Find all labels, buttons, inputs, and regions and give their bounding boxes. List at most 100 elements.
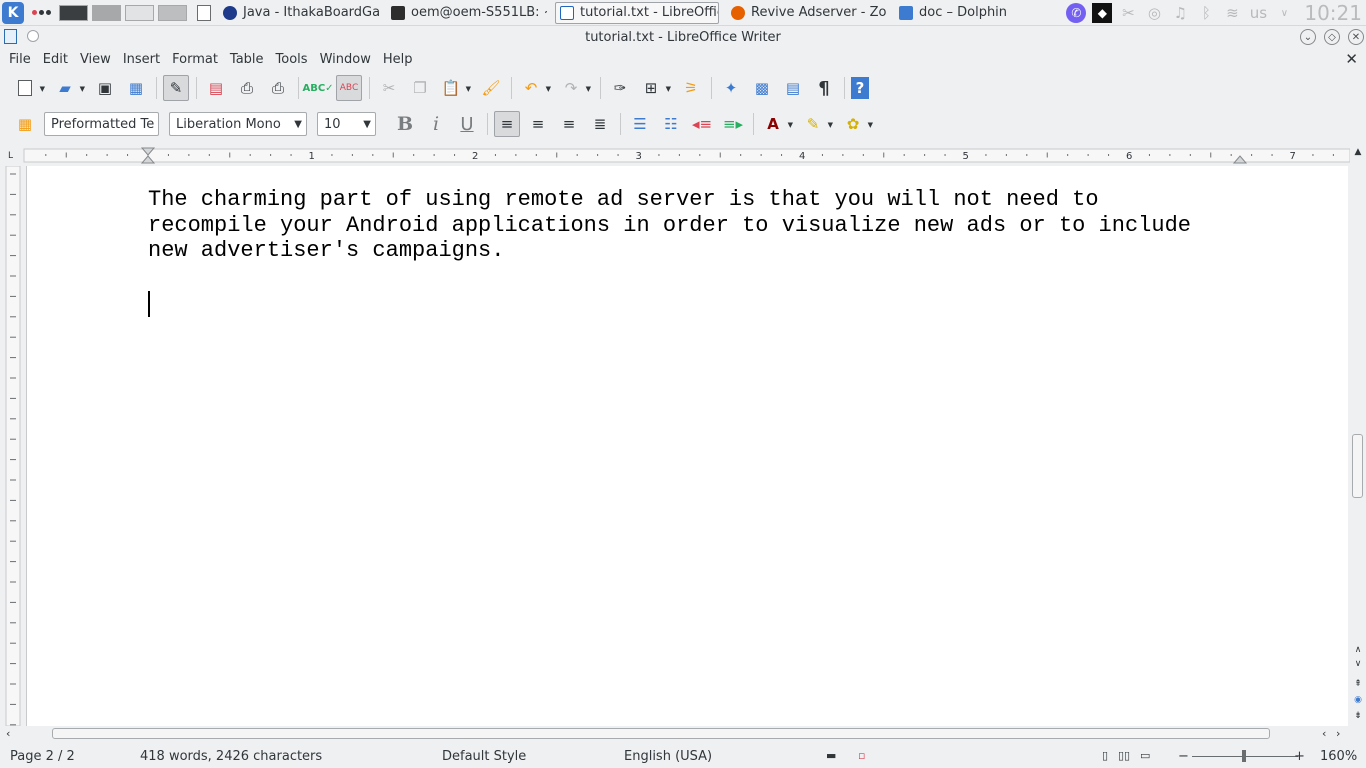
navigation-icon[interactable]: ◉ [1352,694,1364,706]
save-as-icon[interactable]: ▦ [123,75,149,101]
language[interactable]: English (USA) [624,749,712,764]
horizontal-ruler[interactable]: 1 2 3 4 5 6 7 L [0,146,1350,164]
clone-formatting-icon[interactable]: 🖌 [478,75,504,101]
insert-table-icon[interactable]: ⊞ ▼ [638,75,671,101]
chevron-down-icon[interactable]: ∨ [1274,3,1294,23]
bullet-list-icon[interactable]: ☷ [658,111,684,137]
scissors-icon[interactable]: ✂ [1118,3,1138,23]
menu-format[interactable]: Format [167,52,223,67]
menu-file[interactable]: File [4,52,36,67]
align-left-icon[interactable]: ≡ [494,111,520,137]
edit-mode-icon[interactable]: ✎ [163,75,189,101]
copy-icon[interactable]: ❐ [407,75,433,101]
paste-icon[interactable]: 📋 ▼ [438,75,471,101]
window-titlebar[interactable]: tutorial.txt - LibreOffice Writer ⌄ ◇ ✕ [0,26,1366,48]
justify-icon[interactable]: ≣ [587,111,613,137]
bluetooth-icon[interactable]: ᛒ [1196,3,1216,23]
menu-edit[interactable]: Edit [38,52,73,67]
task-libreoffice[interactable]: tutorial.txt - LibreOffic [555,1,719,24]
bold-icon[interactable]: B [392,111,418,137]
zoom-out-icon[interactable]: − [1178,749,1189,764]
menu-tools[interactable]: Tools [271,52,313,67]
new-document-icon[interactable]: ▼ [12,75,45,101]
network-globe-icon[interactable]: ◎ [1144,3,1164,23]
next-page-icon[interactable]: ⇟ [1352,710,1364,722]
decrease-indent-icon[interactable]: ◂≡ [689,111,715,137]
application-launcher-icon[interactable]: K [2,1,24,24]
zoom-slider-knob[interactable] [1242,750,1246,762]
previous-page-icon[interactable]: ⇞ [1352,678,1364,690]
cut-icon[interactable]: ✂ [376,75,402,101]
book-view-icon[interactable]: ▭ [1140,749,1150,762]
navigator-icon[interactable]: ✦ [718,75,744,101]
document-paragraph[interactable]: The charming part of using remote ad ser… [148,187,1248,264]
underline-icon[interactable]: U [454,111,480,137]
horizontal-scrollbar[interactable]: ‹ ‹ › [0,726,1350,742]
scroll-up-small-icon[interactable]: ∧ [1352,644,1364,656]
font-color-icon[interactable]: A ▼ [760,111,793,137]
font-name-select[interactable]: Liberation Mono ▼ [169,112,307,136]
menu-help[interactable]: Help [378,52,418,67]
zoom-level[interactable]: 160% [1320,749,1357,764]
vertical-scrollbar[interactable]: ▲ ∧ ∨ ⇞ ◉ ⇟ [1350,146,1366,726]
single-page-view-icon[interactable]: ▯ [1102,749,1108,762]
help-icon[interactable]: ? [851,77,869,99]
save-icon[interactable]: ▣ [92,75,118,101]
styles-formatting-icon[interactable]: ▦ [12,111,38,137]
open-icon[interactable]: ▰ ▼ [52,75,85,101]
selection-mode-icon[interactable]: ▬ [826,749,836,762]
document-page[interactable]: The charming part of using remote ad ser… [26,166,1348,726]
increase-indent-icon[interactable]: ≡▸ [720,111,746,137]
vertical-ruler[interactable] [0,165,24,727]
menu-view[interactable]: View [75,52,116,67]
volume-icon[interactable]: ♫ [1170,3,1190,23]
hyperlink-icon[interactable]: ✑ [607,75,633,101]
horizontal-scroll-thumb[interactable] [52,728,1270,739]
desktop-4[interactable] [158,4,187,21]
desktop-3[interactable] [125,4,154,21]
zoom-in-icon[interactable]: + [1294,749,1305,764]
notes-icon[interactable] [197,4,211,21]
maximize-button[interactable]: ◇ [1324,29,1340,45]
task-dolphin[interactable]: doc – Dolphin [895,2,1055,24]
minimize-button[interactable]: ⌄ [1300,29,1316,45]
task-terminal[interactable]: oem@oem-S551LB: ~/t [387,2,547,24]
formatting-marks-icon[interactable]: ¶ [811,75,837,101]
desktop-1[interactable] [59,4,88,21]
menu-table[interactable]: Table [225,52,269,67]
word-count[interactable]: 418 words, 2426 characters [140,749,322,764]
italic-icon[interactable]: i [423,111,449,137]
align-right-icon[interactable]: ≡ [556,111,582,137]
draw-functions-icon[interactable]: ⚞ [678,75,704,101]
pin-icon[interactable] [27,30,39,42]
scroll-right-icon[interactable]: › [1336,727,1340,740]
keyboard-layout-indicator[interactable]: us [1248,3,1268,23]
redo-icon[interactable]: ↷ ▼ [558,75,591,101]
menu-window[interactable]: Window [315,52,376,67]
align-center-icon[interactable]: ≡ [525,111,551,137]
writer-icon[interactable] [4,29,17,44]
clock[interactable]: 10:21 [1304,1,1362,25]
undo-icon[interactable]: ↶ ▼ [518,75,551,101]
print-preview-icon[interactable]: ⎙ [265,75,291,101]
paragraph-style-select[interactable]: Preformatted Te▼ [44,112,159,136]
page-style[interactable]: Default Style [442,749,526,764]
close-document-icon[interactable]: ✕ [1345,50,1358,68]
data-sources-icon[interactable]: ▤ [780,75,806,101]
page-indicator[interactable]: Page 2 / 2 [10,749,75,764]
document-modified-icon[interactable]: ▫ [858,749,865,762]
multi-page-view-icon[interactable]: ▯▯ [1118,749,1130,762]
background-color-icon[interactable]: ✿ ▼ [840,111,873,137]
highlighting-icon[interactable]: ✎ ▼ [800,111,833,137]
print-icon[interactable]: ⎙ [234,75,260,101]
menu-insert[interactable]: Insert [118,52,165,67]
viber-icon[interactable]: ✆ [1066,3,1087,23]
scroll-left-icon[interactable]: ‹ [6,727,10,740]
scroll-left-small-icon[interactable]: ‹ [1322,727,1326,740]
task-firefox[interactable]: Revive Adserver - Zone [727,2,887,24]
font-size-select[interactable]: 10 ▼ [317,112,376,136]
autospellcheck-icon[interactable]: ABC [336,75,362,101]
wifi-icon[interactable]: ≋ [1222,3,1242,23]
close-button[interactable]: ✕ [1348,29,1364,45]
numbered-list-icon[interactable]: ☰ [627,111,653,137]
